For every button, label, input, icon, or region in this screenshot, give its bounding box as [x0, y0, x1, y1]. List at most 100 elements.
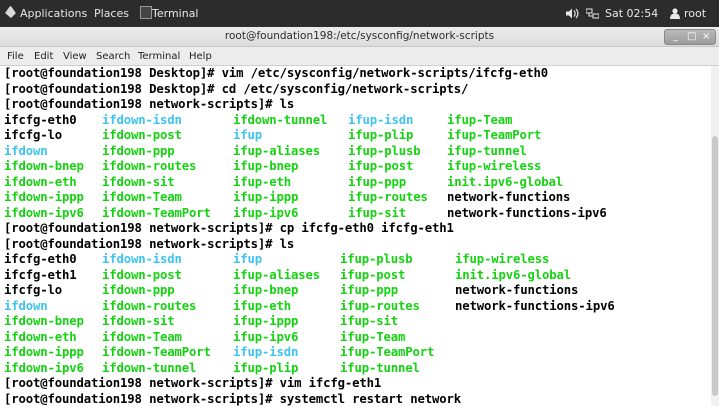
ls-entry: init.ipv6-global: [447, 175, 563, 191]
ls-entry: ifup-plusb: [348, 144, 421, 160]
ls-entry: ifdown-post: [102, 268, 182, 284]
ls-entry: ifup-eth: [233, 175, 291, 191]
ls-entry: ifdown-isdn: [102, 252, 182, 268]
scrollbar-thumb[interactable]: [712, 136, 718, 396]
ls-entry: ifdown-TeamPort: [102, 345, 211, 361]
ls-entry: network-functions-ipv6: [447, 206, 607, 222]
volume-icon[interactable]: [566, 8, 579, 19]
ls-output-row: ifdown-ethifdown-Teamifup-ipv6ifup-Team: [4, 330, 710, 346]
ls-output-row: ifcfg-lo ifdown-post ifup ifup-plip ifup-Tea…: [4, 128, 710, 144]
ls-output-row: ifdown-ipppifdown-Teamifup-ipppifup-rout…: [4, 190, 710, 206]
minimize-icon[interactable]: _: [673, 30, 678, 44]
ls-entry: ifup-plip: [233, 361, 298, 377]
command-text: [root@foundation198 Desktop]# cd /etc/sy…: [4, 82, 468, 98]
places-menu[interactable]: Places: [94, 7, 129, 20]
command-text: [root@foundation198 network-scripts]# sy…: [4, 392, 461, 407]
ls-entry: ifup-wireless: [455, 252, 549, 268]
menu-search[interactable]: Search: [96, 51, 130, 62]
command-line: [root@foundation198 network-scripts]# sy…: [4, 392, 710, 407]
ls-entry: ifup-ippp: [233, 314, 298, 330]
ls-entry: ifcfg-eth0: [4, 113, 77, 129]
ls-entry: ifup-bnep: [233, 159, 298, 175]
ls-entry: ifup-ppp: [348, 175, 406, 191]
user-menu[interactable]: root: [684, 7, 706, 20]
maximize-icon[interactable]: □: [687, 30, 696, 44]
ls-entry: ifup: [233, 252, 262, 268]
ls-output-row: ifdown-bnepifdown-routesifup-bnepifup-po…: [4, 159, 710, 175]
ls-entry: ifup-plip: [348, 128, 413, 144]
terminal-scrollbar[interactable]: [711, 66, 719, 406]
ls-entry: ifdown-eth: [4, 330, 77, 346]
ls-entry: ifdown-Team: [102, 330, 182, 346]
window-controls: _ □ ×: [664, 29, 716, 45]
ls-entry: ifdown-routes: [102, 299, 196, 315]
ls-entry: ifup-isdn: [233, 345, 298, 361]
ls-output-row: ifdownifdown-pppifup-aliasesifup-plusbif…: [4, 144, 710, 160]
ls-entry: ifdown-ippp: [4, 345, 84, 361]
ls-output-row: ifdown-ippp ifdown-TeamPort ifup-isdn ifup-…: [4, 345, 710, 361]
ls-entry: ifdown-ipv6: [4, 361, 84, 377]
ls-entry: ifup-eth: [233, 299, 291, 315]
menu-view[interactable]: View: [63, 51, 87, 62]
menu-file[interactable]: File: [7, 51, 24, 62]
window-title: root@foundation198:/etc/sysconfig/networ…: [0, 30, 719, 42]
ls-output-row: ifcfg-eth0ifdown-isdnifupifup-plusbifup-…: [4, 252, 710, 268]
ls-entry: ifup-aliases: [233, 144, 320, 160]
command-text: [root@foundation198 network-scripts]# cp…: [4, 221, 454, 237]
menu-edit[interactable]: Edit: [34, 51, 53, 62]
network-icon[interactable]: [586, 8, 599, 19]
ls-entry: ifdown-TeamPort: [102, 206, 211, 222]
ls-entry: network-functions-ipv6: [455, 299, 615, 315]
user-icon[interactable]: [670, 8, 680, 19]
menu-help[interactable]: Help: [189, 51, 212, 62]
ls-entry: ifdown-ipv6: [4, 206, 84, 222]
command-line: [root@foundation198 network-scripts]# ls: [4, 237, 710, 253]
ls-entry: ifcfg-eth0: [4, 252, 77, 268]
terminal-app-label[interactable]: Terminal: [152, 7, 199, 20]
ls-entry: ifup-TeamPort: [340, 345, 434, 361]
ls-entry: ifdown-sit: [102, 175, 175, 191]
ls-entry: ifdown-routes: [102, 159, 196, 175]
ls-entry: ifdown-sit: [102, 314, 175, 330]
clock[interactable]: Sat 02:54: [605, 7, 658, 20]
command-text: [root@foundation198 Desktop]# vim /etc/s…: [4, 66, 548, 82]
ls-entry: ifup-isdn: [348, 113, 413, 129]
terminal-menubar: File Edit View Search Terminal Help: [0, 47, 719, 66]
ls-output-row: ifdown-bnepifdown-sitifup-ipppifup-sit: [4, 314, 710, 330]
ls-entry: ifdown-isdn: [102, 113, 182, 129]
gnome-top-bar: Applications Places Terminal Sat 02:54 r…: [0, 0, 719, 27]
menu-terminal[interactable]: Terminal: [138, 51, 180, 62]
ls-entry: ifdown-post: [102, 128, 182, 144]
command-text: [root@foundation198 network-scripts]# ls: [4, 237, 294, 253]
ls-entry: ifup-tunnel: [447, 144, 527, 160]
terminal-output[interactable]: [root@foundation198 Desktop]# vim /etc/s…: [4, 66, 710, 406]
ls-entry: ifup: [233, 128, 262, 144]
close-icon[interactable]: ×: [702, 30, 710, 44]
ls-entry: ifup-aliases: [233, 268, 320, 284]
ls-entry: network-functions: [455, 283, 578, 299]
ls-entry: ifdown: [4, 299, 48, 315]
ls-entry: ifcfg-eth1: [4, 268, 77, 284]
command-text: [root@foundation198 network-scripts]# ls: [4, 97, 294, 113]
ls-entry: ifdown: [4, 144, 48, 160]
ls-entry: ifup-TeamPort: [447, 128, 541, 144]
ls-entry: ifup-tunnel: [340, 361, 420, 377]
ls-entry: ifcfg-lo: [4, 128, 62, 144]
ls-entry: ifup-sit: [340, 314, 398, 330]
ls-entry: ifup-ipv6: [233, 330, 298, 346]
ls-entry: ifdown-tunnel: [102, 361, 196, 377]
applications-menu[interactable]: Applications: [20, 7, 87, 20]
command-line: [root@foundation198 network-scripts]# ls: [4, 97, 710, 113]
command-line: [root@foundation198 network-scripts]# vi…: [4, 376, 710, 392]
window-titlebar[interactable]: root@foundation198:/etc/sysconfig/networ…: [0, 27, 719, 47]
ls-entry: ifup-wireless: [447, 159, 541, 175]
ls-entry: ifdown-ppp: [102, 283, 175, 299]
ls-entry: ifup-Team: [447, 113, 512, 129]
ls-entry: ifup-post: [348, 159, 413, 175]
ls-entry: ifup-sit: [348, 206, 406, 222]
ls-entry: network-functions: [447, 190, 570, 206]
ls-entry: ifup-bnep: [233, 283, 298, 299]
ls-entry: ifup-post: [340, 268, 405, 284]
ls-entry: ifup-routes: [340, 299, 420, 315]
ls-entry: ifdown-eth: [4, 175, 77, 191]
